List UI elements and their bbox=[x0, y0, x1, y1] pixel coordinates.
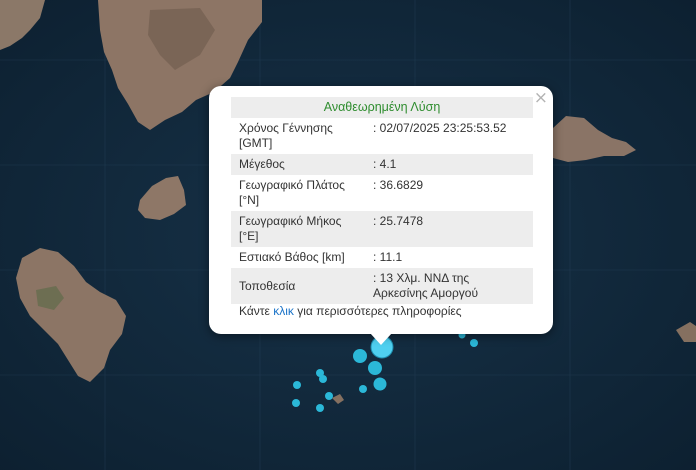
latitude-value: : 36.6829 bbox=[373, 178, 424, 192]
earthquake-marker[interactable] bbox=[325, 392, 333, 400]
table-row: Τοποθεσία : 13 Χλμ. ΝΝΔ της Αρκεσίνης Αμ… bbox=[231, 268, 533, 304]
longitude-label: Γεωγραφικό Μήκος [°E] bbox=[239, 214, 342, 243]
close-icon[interactable]: × bbox=[534, 88, 548, 108]
more-info-link[interactable]: κλικ bbox=[273, 304, 294, 318]
earthquake-marker[interactable] bbox=[319, 375, 327, 383]
table-row: Χρόνος Γέννησης [GMT] : 02/07/2025 23:25… bbox=[231, 118, 533, 154]
more-info-suffix: για περισσότερες πληροφορίες bbox=[293, 304, 462, 318]
depth-value: : 11.1 bbox=[373, 250, 403, 264]
table-row: Αναθεωρημένη Λύση bbox=[231, 97, 533, 118]
earthquake-marker[interactable] bbox=[368, 361, 382, 375]
longitude-value: : 25.7478 bbox=[373, 214, 424, 228]
depth-label: Εστιακό Βάθος [km] bbox=[239, 250, 345, 264]
popup-pointer bbox=[370, 333, 392, 345]
latitude-label: Γεωγραφικό Πλάτος [°N] bbox=[239, 178, 345, 207]
more-info-prefix: Κάντε bbox=[239, 304, 274, 318]
magnitude-value: : 4.1 bbox=[373, 157, 397, 171]
earthquake-details-table: Αναθεωρημένη Λύση Χρόνος Γέννησης [GMT] … bbox=[231, 97, 533, 304]
table-row: Γεωγραφικό Μήκος [°E] : 25.7478 bbox=[231, 211, 533, 247]
table-row: Εστιακό Βάθος [km] : 11.1 bbox=[231, 247, 533, 268]
earthquake-marker[interactable] bbox=[359, 385, 367, 393]
earthquake-info-popup: × Αναθεωρημένη Λύση Χρόνος Γέννησης [GMT… bbox=[209, 86, 553, 334]
earthquake-marker[interactable] bbox=[353, 349, 367, 363]
location-value: : 13 Χλμ. ΝΝΔ της Αρκεσίνης Αμοργού bbox=[373, 271, 479, 300]
popup-title: Αναθεωρημένη Λύση bbox=[323, 100, 441, 114]
earthquake-marker[interactable] bbox=[373, 377, 387, 391]
magnitude-label: Μέγεθος bbox=[239, 157, 285, 171]
earthquake-marker[interactable] bbox=[316, 404, 324, 412]
earthquake-marker[interactable] bbox=[293, 381, 301, 389]
earthquake-marker[interactable] bbox=[470, 339, 478, 347]
more-info-text: Κάντε κλικ για περισσότερες πληροφορίες bbox=[239, 304, 462, 318]
location-label: Τοποθεσία bbox=[239, 278, 296, 293]
table-row: Μέγεθος : 4.1 bbox=[231, 154, 533, 175]
earthquake-marker[interactable] bbox=[292, 399, 300, 407]
origin-time-value: : 02/07/2025 23:25:53.52 bbox=[373, 121, 507, 135]
origin-time-label: Χρόνος Γέννησης [GMT] bbox=[239, 121, 333, 150]
table-row: Γεωγραφικό Πλάτος [°N] : 36.6829 bbox=[231, 175, 533, 211]
